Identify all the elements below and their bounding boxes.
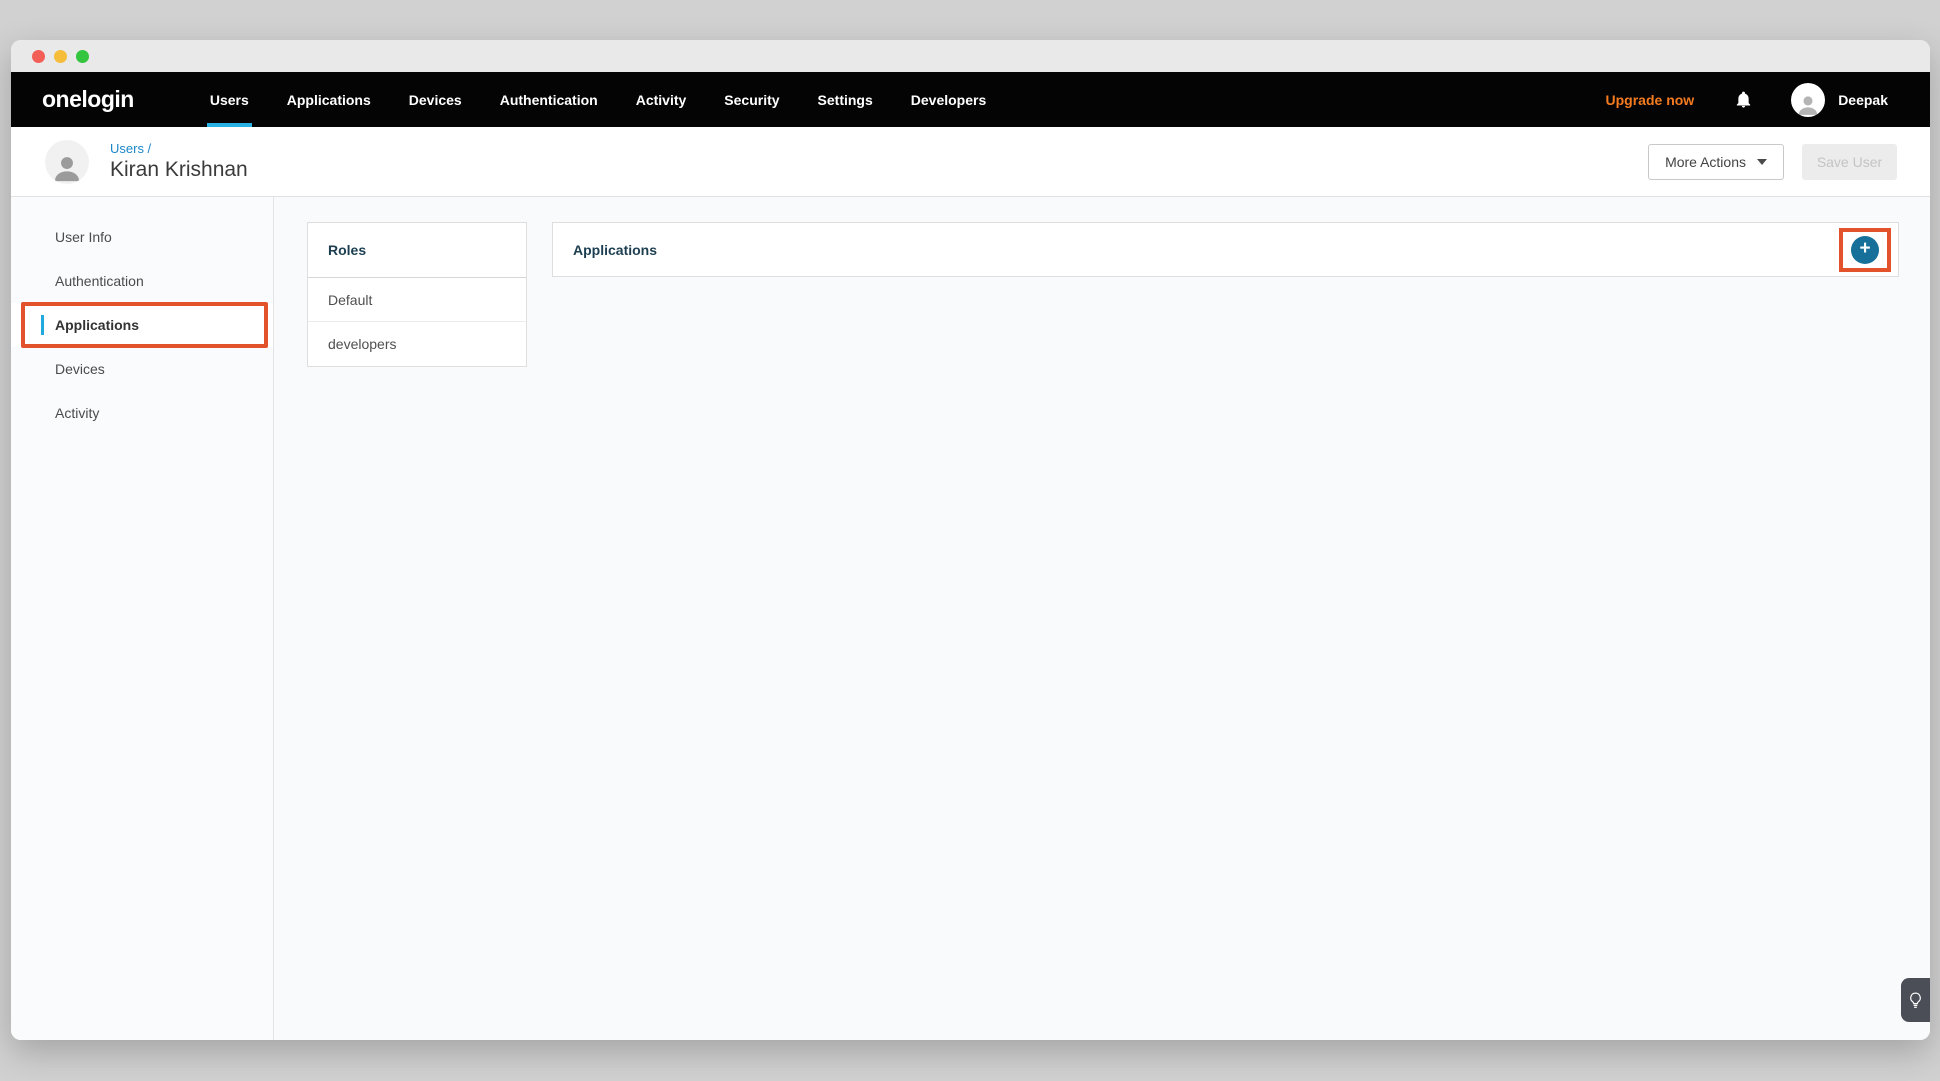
account-name: Deepak — [1838, 92, 1888, 108]
content-area: User Info Authentication Applications De… — [11, 197, 1930, 1040]
window-titlebar — [11, 40, 1930, 72]
profile-avatar-icon — [45, 140, 89, 184]
sidebar-item-authentication[interactable]: Authentication — [11, 259, 273, 303]
sidebar-item-activity[interactable]: Activity — [11, 391, 273, 435]
nav-item-applications[interactable]: Applications — [268, 72, 390, 127]
nav-item-activity[interactable]: Activity — [617, 72, 706, 127]
annotation-highlight: + — [1839, 228, 1891, 272]
nav-item-settings[interactable]: Settings — [799, 72, 892, 127]
role-row-default[interactable]: Default — [308, 278, 526, 322]
save-user-button[interactable]: Save User — [1802, 144, 1897, 180]
add-application-button[interactable]: + — [1851, 236, 1879, 264]
user-section-sidebar: User Info Authentication Applications De… — [11, 197, 274, 1040]
plus-icon: + — [1859, 239, 1870, 258]
active-indicator-bar — [41, 315, 44, 335]
nav-item-devices[interactable]: Devices — [390, 72, 481, 127]
applications-panel: Applications + — [552, 222, 1899, 277]
main-panels: Roles Default developers Applications + — [274, 197, 1930, 1040]
notifications-bell-icon[interactable] — [1734, 90, 1753, 109]
window-close-button[interactable] — [32, 50, 45, 63]
lightbulb-icon — [1909, 992, 1922, 1009]
upgrade-now-link[interactable]: Upgrade now — [1606, 92, 1695, 108]
more-actions-button[interactable]: More Actions — [1648, 144, 1784, 180]
top-navbar: onelogin Users Applications Devices Auth… — [11, 72, 1930, 127]
nav-item-security[interactable]: Security — [705, 72, 798, 127]
app-window: onelogin Users Applications Devices Auth… — [11, 40, 1930, 1040]
sidebar-item-applications[interactable]: Applications — [11, 303, 273, 347]
onelogin-logo[interactable]: onelogin — [42, 86, 134, 113]
primary-nav: Users Applications Devices Authenticatio… — [191, 72, 1005, 127]
chevron-down-icon — [1757, 159, 1767, 165]
window-zoom-button[interactable] — [76, 50, 89, 63]
nav-item-developers[interactable]: Developers — [892, 72, 1005, 127]
sidebar-item-devices[interactable]: Devices — [11, 347, 273, 391]
window-minimize-button[interactable] — [54, 50, 67, 63]
page-header-text: Users / Kiran Krishnan — [110, 141, 248, 182]
roles-panel-title: Roles — [308, 223, 526, 278]
applications-panel-title: Applications — [573, 242, 657, 258]
breadcrumb[interactable]: Users / — [110, 141, 248, 156]
navbar-spacer — [1005, 72, 1605, 127]
page-title: Kiran Krishnan — [110, 158, 248, 182]
account-menu[interactable]: Deepak — [1791, 83, 1888, 117]
sidebar-item-user-info[interactable]: User Info — [11, 215, 273, 259]
nav-item-users[interactable]: Users — [191, 72, 268, 127]
help-tab[interactable] — [1901, 978, 1930, 1022]
user-avatar-icon — [1791, 83, 1825, 117]
page-header: Users / Kiran Krishnan More Actions Save… — [11, 127, 1930, 197]
roles-panel: Roles Default developers — [307, 222, 527, 367]
role-row-developers[interactable]: developers — [308, 322, 526, 366]
nav-item-authentication[interactable]: Authentication — [481, 72, 617, 127]
